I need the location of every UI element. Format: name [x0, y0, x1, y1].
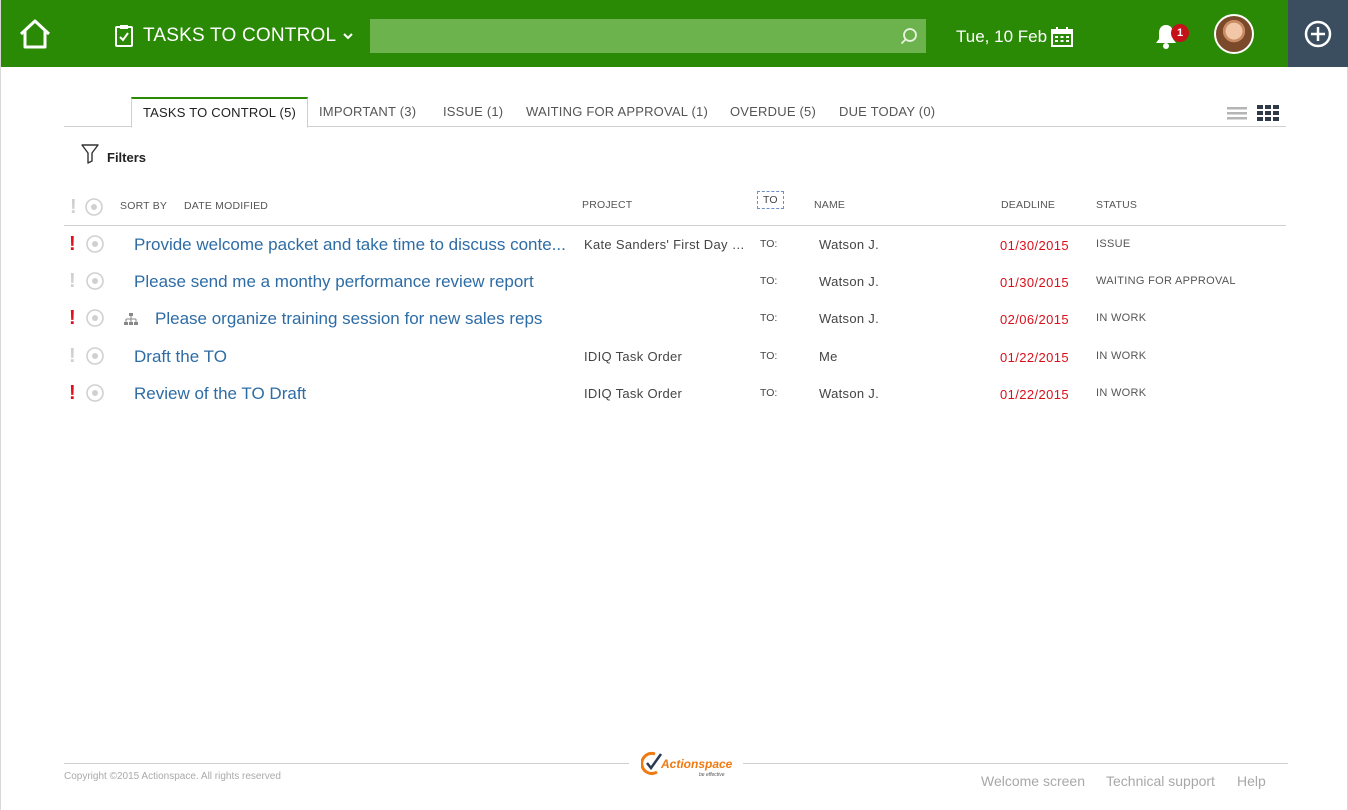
circle-target-icon[interactable] — [86, 272, 104, 290]
home-icon[interactable] — [17, 17, 53, 51]
welcome-screen-link[interactable]: Welcome screen — [981, 773, 1085, 789]
actionspace-logo[interactable]: Actionspace be effective — [641, 748, 741, 780]
task-assignee: Watson J. — [819, 274, 880, 289]
exclamation-icon[interactable]: ! — [69, 345, 76, 368]
tab-overdue[interactable]: OVERDUE (5) — [730, 97, 816, 127]
task-to-label: TO: — [760, 238, 778, 250]
tab-bar: TASKS TO CONTROL (5) IMPORTANT (3) ISSUE… — [64, 97, 1286, 128]
page-title-dropdown[interactable]: TASKS TO CONTROL — [113, 22, 354, 50]
table-header: ! SORT BY DATE MODIFIED PROJECT TO NAME … — [64, 191, 1286, 226]
exclamation-icon: ! — [70, 196, 77, 218]
clipboard-check-icon — [115, 25, 133, 47]
tab-important[interactable]: IMPORTANT (3) — [319, 97, 416, 127]
exclamation-icon[interactable]: ! — [69, 382, 76, 405]
col-deadline[interactable]: DEADLINE — [1001, 199, 1055, 211]
col-project[interactable]: PROJECT — [582, 199, 632, 211]
table-row[interactable]: ! Please organize training session for n… — [64, 300, 1286, 337]
filters-button[interactable]: Filters — [81, 142, 146, 165]
task-status: IN WORK — [1096, 312, 1147, 324]
tab-issue[interactable]: ISSUE (1) — [443, 97, 503, 127]
task-assignee: Watson J. — [819, 386, 880, 401]
task-to-label: TO: — [760, 312, 778, 324]
task-status: IN WORK — [1096, 387, 1147, 399]
technical-support-link[interactable]: Technical support — [1106, 773, 1215, 789]
task-deadline: 01/22/2015 — [1000, 350, 1070, 365]
search-icon[interactable] — [900, 27, 918, 45]
page: TASKS TO CONTROL Tue, 10 Feb 1 TASKS TO … — [0, 0, 1348, 810]
avatar[interactable] — [1214, 14, 1254, 54]
page-title: TASKS TO CONTROL — [143, 25, 337, 46]
help-link[interactable]: Help — [1237, 773, 1266, 789]
task-to-label: TO: — [760, 350, 778, 362]
task-title-link[interactable]: Review of the TO Draft — [134, 384, 306, 404]
col-status[interactable]: STATUS — [1096, 199, 1137, 211]
sort-by-label: SORT BY — [120, 200, 168, 212]
col-to[interactable]: TO — [757, 191, 784, 209]
top-bar: TASKS TO CONTROL Tue, 10 Feb 1 — [1, 0, 1348, 67]
filter-icon — [81, 143, 99, 164]
list-view-icon[interactable] — [1227, 106, 1247, 120]
table-row[interactable]: ! Please send me a monthy performance re… — [64, 263, 1286, 300]
task-title-link[interactable]: Please organize training session for new… — [155, 309, 542, 329]
task-deadline: 01/22/2015 — [1000, 387, 1070, 402]
tab-due-today[interactable]: DUE TODAY (0) — [839, 97, 935, 127]
chevron-down-icon — [343, 33, 353, 40]
task-project[interactable]: IDIQ Task Order — [584, 386, 682, 401]
task-to-label: TO: — [760, 387, 778, 399]
circle-target-icon[interactable] — [86, 384, 104, 402]
filters-label: Filters — [107, 150, 147, 165]
current-date: Tue, 10 Feb — [956, 27, 1048, 46]
task-assignee: Watson J. — [819, 237, 880, 252]
exclamation-icon[interactable]: ! — [69, 270, 76, 293]
task-title-link[interactable]: Provide welcome packet and take time to … — [134, 235, 566, 255]
notification-badge: 1 — [1171, 24, 1189, 42]
task-deadline: 02/06/2015 — [1000, 312, 1070, 327]
table-row[interactable]: ! Draft the TO IDIQ Task Order TO: Me 01… — [64, 338, 1286, 375]
task-project[interactable]: IDIQ Task Order — [584, 349, 682, 364]
tab-tasks-to-control[interactable]: TASKS TO CONTROL (5) — [131, 97, 309, 128]
task-assignee: Me — [819, 349, 838, 364]
circle-target-icon[interactable] — [86, 309, 104, 327]
task-project[interactable]: Kate Sanders' First Day C... — [584, 237, 750, 252]
task-assignee: Watson J. — [819, 311, 880, 326]
logo-tagline: be effective — [699, 772, 725, 778]
search-input[interactable] — [370, 19, 926, 53]
plus-circle-icon — [1304, 20, 1332, 48]
col-name[interactable]: NAME — [814, 199, 845, 211]
task-status: ISSUE — [1096, 238, 1131, 250]
circle-target-icon — [85, 198, 103, 216]
tab-waiting-for-approval[interactable]: WAITING FOR APPROVAL (1) — [526, 97, 708, 127]
circle-target-icon[interactable] — [86, 235, 104, 253]
task-to-label: TO: — [760, 275, 778, 287]
search-box — [370, 19, 926, 53]
task-title-link[interactable]: Please send me a monthy performance revi… — [134, 272, 534, 292]
date-picker[interactable]: Tue, 10 Feb — [956, 26, 1074, 48]
calendar-icon — [1051, 27, 1074, 47]
exclamation-icon[interactable]: ! — [69, 233, 76, 256]
add-button[interactable] — [1288, 0, 1348, 67]
subtask-hierarchy-icon — [124, 313, 138, 325]
task-title-link[interactable]: Draft the TO — [134, 347, 227, 367]
grid-view-icon[interactable] — [1257, 105, 1279, 121]
copyright-text: Copyright ©2015 Actionspace. All rights … — [64, 771, 281, 782]
circle-target-icon[interactable] — [86, 347, 104, 365]
task-status: IN WORK — [1096, 350, 1147, 362]
exclamation-icon[interactable]: ! — [69, 307, 76, 330]
task-status: WAITING FOR APPROVAL — [1096, 275, 1236, 287]
logo-text: Actionspace — [660, 757, 733, 771]
footer-divider — [743, 763, 1288, 764]
task-deadline: 01/30/2015 — [1000, 238, 1070, 253]
table-row[interactable]: ! Review of the TO Draft IDIQ Task Order… — [64, 375, 1286, 412]
col-date-modified[interactable]: DATE MODIFIED — [184, 200, 268, 212]
table-row[interactable]: ! Provide welcome packet and take time t… — [64, 226, 1286, 263]
footer-divider — [64, 763, 629, 764]
task-deadline: 01/30/2015 — [1000, 275, 1070, 290]
